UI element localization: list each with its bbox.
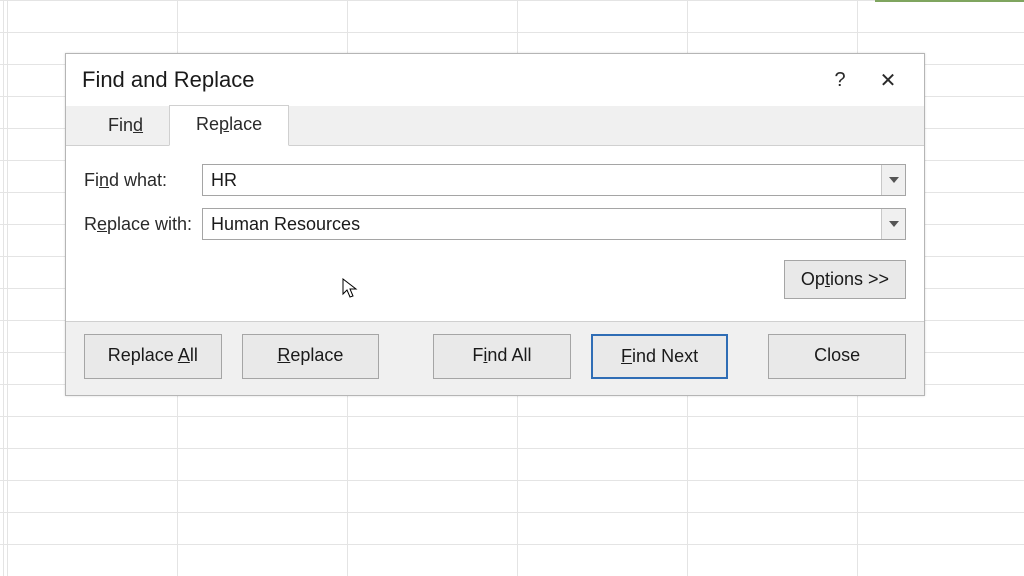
find-all-button[interactable]: Find All [433,334,571,379]
find-and-replace-dialog: Find and Replace ? ✕ Find Replace Find w… [65,53,925,396]
find-what-row: Find what: [84,164,906,196]
close-button[interactable]: Close [768,334,906,379]
find-next-button[interactable]: Find Next [591,334,729,379]
options-button[interactable]: Options >> [784,260,906,299]
tab-find-label: Find [108,115,143,135]
tab-strip: Find Replace [66,106,924,146]
replace-all-button[interactable]: Replace All [84,334,222,379]
tab-replace[interactable]: Replace [169,105,289,146]
tab-replace-label: Replace [196,114,262,134]
replace-with-row: Replace with: [84,208,906,240]
find-what-combo [202,164,906,196]
replace-with-dropdown[interactable] [881,209,905,239]
find-what-input[interactable] [203,165,881,195]
tab-find[interactable]: Find [82,107,169,146]
dialog-titlebar: Find and Replace ? ✕ [66,54,924,106]
dialog-body: Find what: Replace with: Optio [66,146,924,321]
replace-with-combo [202,208,906,240]
replace-with-label: Replace with: [84,214,202,235]
chevron-down-icon [889,221,899,227]
close-window-button[interactable]: ✕ [864,60,912,100]
find-what-label: Find what: [84,170,202,191]
dialog-title: Find and Replace [78,67,254,93]
find-what-dropdown[interactable] [881,165,905,195]
selection-border [875,0,1024,2]
dialog-footer: Replace All Replace Find All Find Next C… [66,321,924,395]
help-button[interactable]: ? [816,60,864,100]
chevron-down-icon [889,177,899,183]
options-row: Options >> [84,252,906,317]
replace-button[interactable]: Replace [242,334,380,379]
replace-with-input[interactable] [203,209,881,239]
